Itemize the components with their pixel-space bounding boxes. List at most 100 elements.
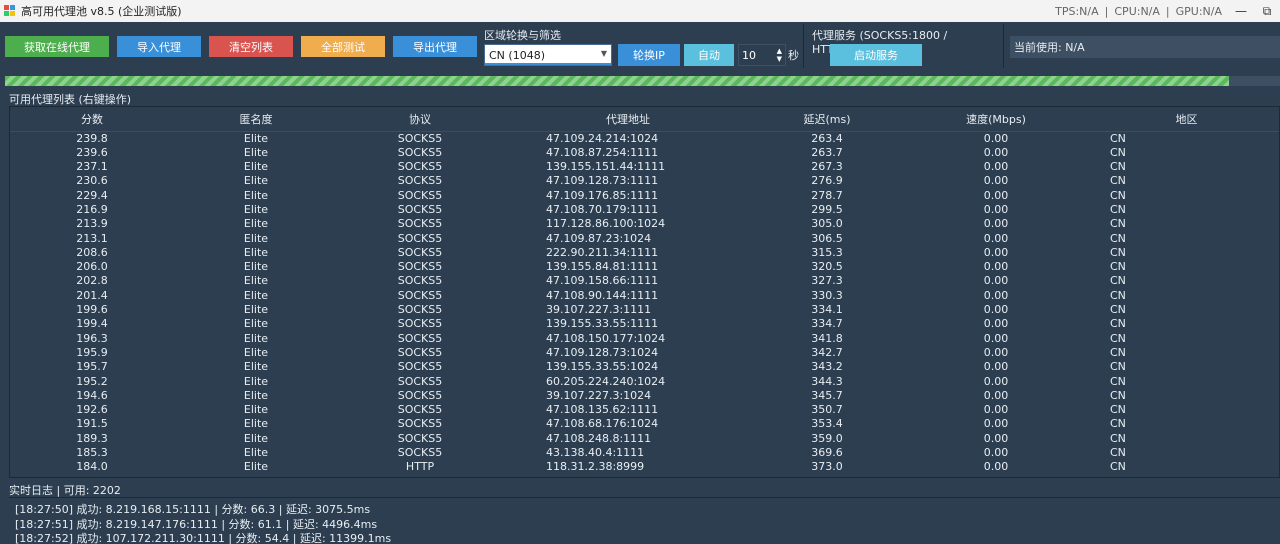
cell-protocol: SOCKS5 xyxy=(397,288,443,302)
restore-icon[interactable]: ⧉ xyxy=(1254,4,1280,19)
table-row[interactable]: 239.6 Elite SOCKS5 47.108.87.254:1111 263.7 0… xyxy=(10,145,1279,160)
table-row[interactable]: 195.9 Elite SOCKS5 47.109.128.73:1024 342.7 0… xyxy=(10,345,1279,360)
cell-latency: 276.9 xyxy=(811,174,843,188)
cell-anonymity: Elite xyxy=(243,403,269,417)
cpu-status: CPU:N/A xyxy=(1114,4,1160,18)
column-header-anonymity[interactable]: 匿名度 xyxy=(174,107,338,132)
table-row[interactable]: 184.0 Elite HTTP 118.31.2.38:8999 373.0 0.00 C… xyxy=(10,460,1279,474)
cell-address: 118.31.2.38:8999 xyxy=(546,460,645,474)
cell-speed: 0.00 xyxy=(983,174,1009,188)
column-header-speed[interactable]: 速度(Mbps) xyxy=(900,107,1092,132)
cell-region: CN xyxy=(1110,174,1126,188)
table-row[interactable]: 194.6 Elite SOCKS5 39.107.227.3:1024 345.7 0.… xyxy=(10,388,1279,403)
table-row[interactable]: 199.4 Elite SOCKS5 139.155.33.55:1111 334.7 0… xyxy=(10,317,1279,331)
cell-speed: 0.00 xyxy=(983,331,1009,345)
cell-speed: 0.00 xyxy=(983,345,1009,359)
column-header-score[interactable]: 分数 xyxy=(10,107,174,132)
cell-address: 47.109.87.23:1024 xyxy=(546,231,652,245)
cell-speed: 0.00 xyxy=(983,131,1009,145)
log-panel[interactable]: [18:27:50] 成功: 8.219.168.15:1111 | 分数: 6… xyxy=(9,497,1280,544)
table-row[interactable]: 195.7 Elite SOCKS5 139.155.33.55:1024 343.2 0… xyxy=(10,360,1279,374)
column-header-latency[interactable]: 延迟(ms) xyxy=(754,107,900,132)
cell-address: 47.108.150.177:1024 xyxy=(546,331,666,345)
minimize-icon[interactable]: — xyxy=(1228,4,1254,18)
table-row[interactable]: 230.6 Elite SOCKS5 47.109.128.73:1111 276.9 0… xyxy=(10,174,1279,188)
cell-protocol: SOCKS5 xyxy=(397,202,443,216)
table-row[interactable]: 213.9 Elite SOCKS5 117.128.86.100:1024 305.0… xyxy=(10,217,1279,231)
cell-protocol: SOCKS5 xyxy=(397,145,443,159)
cell-protocol: SOCKS5 xyxy=(397,403,443,417)
cell-anonymity: Elite xyxy=(243,446,269,460)
rotate-ip-button[interactable]: 轮换IP xyxy=(618,44,680,66)
cell-latency: 369.6 xyxy=(811,446,843,460)
import-proxies-button[interactable]: 导入代理 xyxy=(117,36,201,57)
cell-address: 139.155.84.81:1111 xyxy=(546,260,659,274)
region-group: 区域轮换与筛选 CN (1048) ▼ 轮换IP 自动 10 ▲ ▼ 秒 xyxy=(478,24,804,68)
cell-anonymity: Elite xyxy=(243,317,269,331)
cell-speed: 0.00 xyxy=(983,374,1009,388)
proxy-table[interactable]: 分数 匿名度 协议 代理地址 延迟(ms) 速度(Mbps) 地区 239.8 E… xyxy=(9,106,1280,478)
cell-region: CN xyxy=(1110,345,1126,359)
cell-score: 184.0 xyxy=(76,460,108,474)
cell-speed: 0.00 xyxy=(983,417,1009,431)
column-header-region[interactable]: 地区 xyxy=(1092,107,1279,132)
cell-protocol: SOCKS5 xyxy=(397,446,443,460)
clear-list-button[interactable]: 清空列表 xyxy=(209,36,293,57)
table-row[interactable]: 185.3 Elite SOCKS5 43.138.40.4:1111 369.6 0.0… xyxy=(10,446,1279,460)
cell-latency: 305.0 xyxy=(811,217,843,231)
fetch-online-proxies-button[interactable]: 获取在线代理 xyxy=(5,36,109,57)
cell-anonymity: Elite xyxy=(243,388,269,402)
log-line: [18:27:52] 成功: 107.172.211.30:1111 | 分数:… xyxy=(15,532,392,544)
cell-latency: 353.4 xyxy=(811,417,843,431)
cell-speed: 0.00 xyxy=(983,260,1009,274)
region-select[interactable]: CN (1048) ▼ xyxy=(484,44,612,66)
cell-region: CN xyxy=(1110,231,1126,245)
cell-score: 196.3 xyxy=(76,331,108,345)
column-header-protocol[interactable]: 协议 xyxy=(338,107,502,132)
table-row[interactable]: 191.5 Elite SOCKS5 47.108.68.176:1024 353.4 0… xyxy=(10,417,1279,431)
table-row[interactable]: 201.4 Elite SOCKS5 47.108.90.144:1111 330.3 0… xyxy=(10,288,1279,303)
table-row[interactable]: 192.6 Elite SOCKS5 47.108.135.62:1111 350.7 0… xyxy=(10,403,1279,417)
cell-latency: 306.5 xyxy=(811,231,843,245)
cell-score: 189.3 xyxy=(76,431,108,445)
table-row[interactable]: 199.6 Elite SOCKS5 39.107.227.3:1111 334.1 0.… xyxy=(10,303,1279,317)
table-row[interactable]: 208.6 Elite SOCKS5 222.90.211.34:1111 315.3 0… xyxy=(10,245,1279,260)
cell-anonymity: Elite xyxy=(243,188,269,202)
table-row[interactable]: 237.1 Elite SOCKS5 139.155.151.44:1111 267.3… xyxy=(10,160,1279,174)
cell-address: 47.109.128.73:1024 xyxy=(546,345,659,359)
cell-speed: 0.00 xyxy=(983,288,1009,302)
table-row[interactable]: 239.8 Elite SOCKS5 47.109.24.214:1024 263.4 0… xyxy=(10,131,1279,146)
chevron-down-icon: ▼ xyxy=(600,49,607,58)
log-line: [18:27:50] 成功: 8.219.168.15:1111 | 分数: 6… xyxy=(15,503,371,516)
cell-score: 199.6 xyxy=(76,303,108,317)
table-row[interactable]: 206.0 Elite SOCKS5 139.155.84.81:1111 320.5 0… xyxy=(10,260,1279,274)
table-row[interactable]: 202.8 Elite SOCKS5 47.109.158.66:1111 327.3 0… xyxy=(10,274,1279,288)
cell-address: 47.108.248.8:1111 xyxy=(546,431,652,445)
stepper-arrows-icon[interactable]: ▲ ▼ xyxy=(777,47,782,63)
cell-speed: 0.00 xyxy=(983,460,1009,474)
interval-stepper[interactable]: 10 ▲ ▼ xyxy=(738,44,786,66)
cell-latency: 334.7 xyxy=(811,317,843,331)
cell-region: CN xyxy=(1110,188,1126,202)
cell-speed: 0.00 xyxy=(983,245,1009,259)
table-row[interactable]: 216.9 Elite SOCKS5 47.108.70.179:1111 299.5 0… xyxy=(10,202,1279,217)
start-service-button[interactable]: 启动服务 xyxy=(830,44,922,66)
cell-region: CN xyxy=(1110,303,1126,317)
cell-protocol: SOCKS5 xyxy=(397,217,443,231)
export-proxies-button[interactable]: 导出代理 xyxy=(393,36,477,57)
cell-latency: 359.0 xyxy=(811,431,843,445)
cell-address: 47.108.87.254:1111 xyxy=(546,145,659,159)
cell-score: 213.9 xyxy=(76,217,108,231)
region-group-label: 区域轮换与筛选 xyxy=(484,29,561,42)
table-row[interactable]: 229.4 Elite SOCKS5 47.109.176.85:1111 278.7 0… xyxy=(10,188,1279,203)
cell-address: 47.109.158.66:1111 xyxy=(546,274,659,288)
column-header-address[interactable]: 代理地址 xyxy=(502,107,754,132)
test-all-button[interactable]: 全部测试 xyxy=(301,36,385,57)
table-row[interactable]: 196.3 Elite SOCKS5 47.108.150.177:1024 341.8… xyxy=(10,331,1279,346)
cell-speed: 0.00 xyxy=(983,431,1009,445)
table-row[interactable]: 195.2 Elite SOCKS5 60.205.224.240:1024 344.3… xyxy=(10,374,1279,389)
auto-rotate-button[interactable]: 自动 xyxy=(684,44,734,66)
table-row[interactable]: 213.1 Elite SOCKS5 47.109.87.23:1024 306.5 0.… xyxy=(10,231,1279,246)
cell-protocol: SOCKS5 xyxy=(397,388,443,402)
table-row[interactable]: 189.3 Elite SOCKS5 47.108.248.8:1111 359.0 0.… xyxy=(10,431,1279,446)
